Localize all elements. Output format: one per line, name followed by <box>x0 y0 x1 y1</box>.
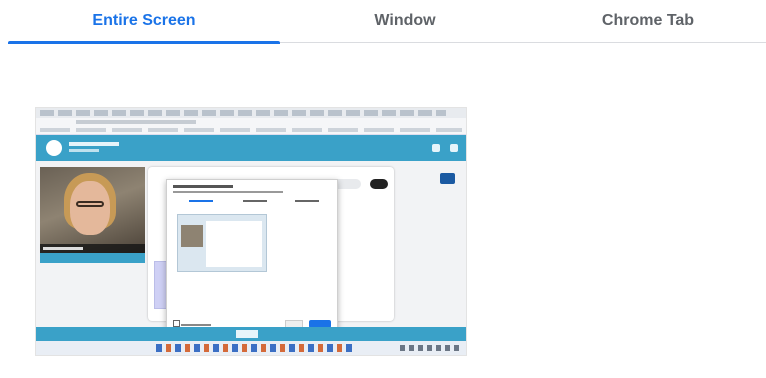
nested-share-dialog <box>166 179 338 337</box>
browser-tabstrip <box>36 108 466 118</box>
participant-name-bar <box>40 244 145 253</box>
tab-chrome-tab[interactable]: Chrome Tab <box>530 0 766 42</box>
tab-entire-screen-label: Entire Screen <box>92 12 196 29</box>
active-tab-indicator <box>8 41 280 44</box>
tab-entire-screen[interactable]: Entire Screen <box>8 0 280 44</box>
app-stage <box>36 161 466 337</box>
dark-chip <box>370 179 388 189</box>
participant-video <box>40 167 145 253</box>
app-footer <box>36 327 466 341</box>
browser-bookmarks-bar <box>36 126 466 135</box>
os-taskbar <box>36 341 466 355</box>
taskbar-icons <box>156 344 356 352</box>
tab-window[interactable]: Window <box>280 0 530 42</box>
menu-icon <box>450 144 458 152</box>
app-header <box>36 135 466 161</box>
browser-address-bar <box>36 118 466 126</box>
app-logo-icon <box>46 140 62 156</box>
entire-screen-thumbnail[interactable] <box>35 107 467 356</box>
tab-window-label: Window <box>374 12 436 29</box>
system-tray <box>400 345 460 351</box>
share-source-tabs: Entire Screen Window Chrome Tab <box>8 0 766 44</box>
tab-chrome-tab-label: Chrome Tab <box>601 12 695 29</box>
video-controls-bar <box>40 253 145 263</box>
settings-icon <box>432 144 440 152</box>
blue-button <box>440 173 455 184</box>
